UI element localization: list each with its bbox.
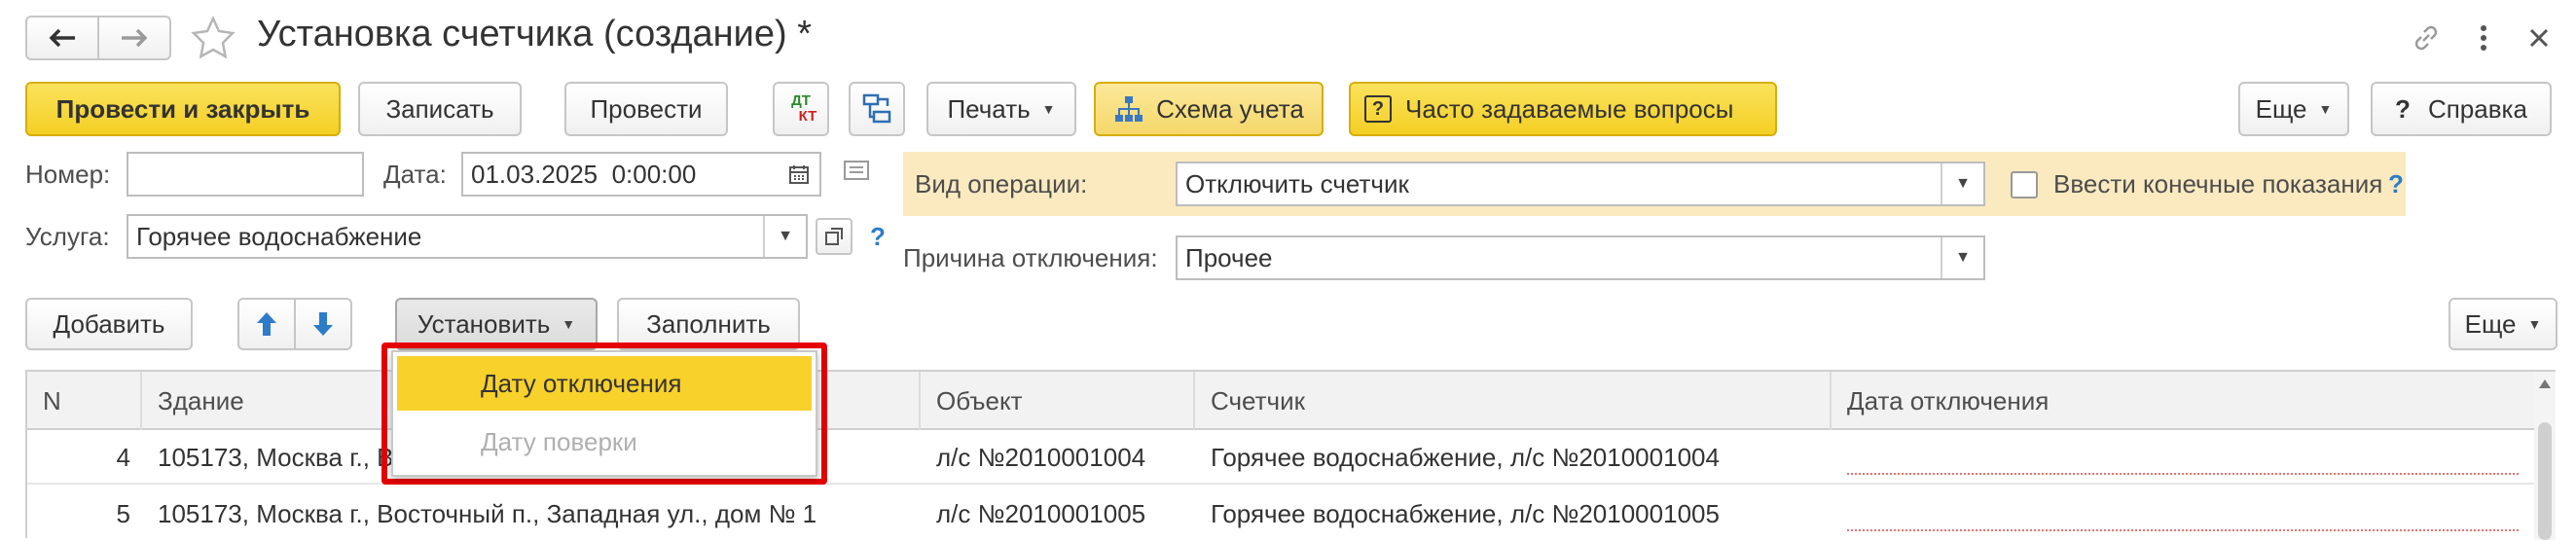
fill-label: Заполнить xyxy=(646,308,771,339)
arrow-down-icon xyxy=(313,312,333,336)
help-label: Справка xyxy=(2427,93,2527,124)
chevron-down-icon: ▼ xyxy=(2318,101,2333,117)
menu-item-verification-date-label: Дату поверки xyxy=(481,426,637,456)
scroll-up-arrow-icon[interactable] xyxy=(2539,379,2551,388)
chevron-down-icon: ▼ xyxy=(1041,101,1056,117)
reason-label: Причина отключения: xyxy=(903,243,1158,272)
post-and-close-button[interactable]: Провести и закрыть xyxy=(25,82,341,136)
open-service-button[interactable] xyxy=(816,218,853,255)
page-title: Установка счетчика (создание) * xyxy=(257,14,813,54)
service-value: Горячее водоснабжение xyxy=(136,221,422,251)
date-label: Дата: xyxy=(383,160,447,189)
operation-label: Вид операции: xyxy=(915,169,1088,198)
help-question-icon: ? xyxy=(2395,93,2411,124)
document-structure-icon xyxy=(862,93,891,124)
service-label: Услуга: xyxy=(25,222,110,251)
structure-button[interactable] xyxy=(849,82,905,136)
post-and-close-label: Провести и закрыть xyxy=(55,93,310,124)
row-disconnect-date[interactable] xyxy=(1833,487,2521,541)
table-more-button[interactable]: Еще ▼ xyxy=(2449,298,2558,350)
dt-label: ДТ xyxy=(791,92,811,109)
comment-icon[interactable] xyxy=(843,160,872,183)
table-row[interactable]: 5 105173, Москва г., Восточный п., Запад… xyxy=(27,487,2534,541)
row-building: 105173, Москва г., Восточный п., Западна… xyxy=(158,498,817,528)
post-label: Провести xyxy=(590,93,703,124)
service-field[interactable]: Горячее водоснабжение ▼ xyxy=(127,214,808,259)
final-readings-help-icon[interactable]: ? xyxy=(2388,169,2404,199)
more-vertical-icon[interactable] xyxy=(2476,21,2491,54)
dt-kt-icon: ДТ КТ xyxy=(785,92,817,125)
vertical-scrollbar[interactable] xyxy=(2534,372,2556,540)
chevron-down-icon: ▼ xyxy=(562,316,576,332)
faq-button[interactable]: ? Часто задаваемые вопросы xyxy=(1349,82,1777,136)
link-icon[interactable] xyxy=(2410,21,2443,54)
scrollbar-thumb[interactable] xyxy=(2538,422,2552,540)
required-field-underline xyxy=(1847,473,2519,475)
move-up-button[interactable] xyxy=(237,298,296,350)
column-header-object[interactable]: Объект xyxy=(921,372,1195,430)
question-icon: ? xyxy=(1364,95,1392,123)
final-readings-label[interactable]: Ввести конечные показания xyxy=(2053,169,2382,199)
post-button[interactable]: Провести xyxy=(564,82,728,136)
chevron-down-icon[interactable]: ▼ xyxy=(763,216,806,257)
set-label: Установить xyxy=(417,308,551,339)
hierarchy-icon xyxy=(1115,96,1143,122)
row-meter: Горячее водоснабжение, л/с №2010001004 xyxy=(1211,442,1720,472)
reason-field[interactable]: Прочее ▼ xyxy=(1176,235,1985,280)
add-button[interactable]: Добавить xyxy=(25,298,193,350)
service-help-icon[interactable]: ? xyxy=(870,222,886,252)
number-field[interactable] xyxy=(127,152,364,197)
print-label: Печать xyxy=(947,93,1031,124)
print-button[interactable]: Печать ▼ xyxy=(926,82,1076,136)
favorite-star-icon[interactable] xyxy=(191,16,236,60)
close-icon[interactable] xyxy=(2526,25,2552,51)
arrow-right-icon xyxy=(122,28,148,48)
row-object: л/с №2010001004 xyxy=(936,442,1146,472)
accounting-scheme-button[interactable]: Схема учета xyxy=(1094,82,1324,136)
calendar-icon[interactable] xyxy=(779,154,819,195)
save-label: Записать xyxy=(385,93,494,124)
faq-label: Часто задаваемые вопросы xyxy=(1405,93,1734,124)
number-label: Номер: xyxy=(25,160,111,189)
table-more-label: Еще xyxy=(2464,308,2517,339)
forward-button[interactable] xyxy=(97,16,171,60)
menu-item-disconnect-date-label: Дату отключения xyxy=(481,368,682,398)
reason-value: Прочее xyxy=(1185,242,1273,272)
row-number: 4 xyxy=(116,442,130,472)
row-disconnect-date[interactable] xyxy=(1833,430,2521,485)
arrow-up-icon xyxy=(257,312,276,336)
column-header-n[interactable]: N xyxy=(27,372,142,430)
open-window-icon xyxy=(825,228,843,245)
more-label: Еще xyxy=(2255,93,2307,124)
kt-label: КТ xyxy=(798,108,817,125)
chevron-down-icon: ▼ xyxy=(2527,316,2542,332)
column-header-disconnect-date[interactable]: Дата отключения xyxy=(1832,372,2534,430)
operation-value: Отключить счетчик xyxy=(1185,168,1409,198)
help-button[interactable]: ? Справка xyxy=(2371,82,2552,136)
accounting-scheme-label: Схема учета xyxy=(1156,93,1304,124)
required-field-underline xyxy=(1847,529,2519,531)
menu-item-disconnect-date[interactable]: Дату отключения xyxy=(397,356,812,411)
save-button[interactable]: Записать xyxy=(358,82,522,136)
row-number: 5 xyxy=(116,498,130,528)
back-button[interactable] xyxy=(25,16,99,60)
arrow-left-icon xyxy=(49,28,75,48)
dt-kt-button[interactable]: ДТ КТ xyxy=(773,82,829,136)
menu-item-verification-date[interactable]: Дату поверки xyxy=(397,415,812,469)
set-dropdown-menu: Дату отключения Дату поверки xyxy=(391,350,817,477)
chevron-down-icon[interactable]: ▼ xyxy=(1941,237,1983,278)
row-meter: Горячее водоснабжение, л/с №2010001005 xyxy=(1211,498,1720,528)
operation-field[interactable]: Отключить счетчик ▼ xyxy=(1176,162,1985,206)
row-object: л/с №2010001005 xyxy=(936,498,1146,528)
move-down-button[interactable] xyxy=(294,298,352,350)
final-readings-checkbox[interactable] xyxy=(2011,171,2038,198)
add-label: Добавить xyxy=(53,308,165,339)
column-header-meter[interactable]: Счетчик xyxy=(1195,372,1832,430)
date-field[interactable]: 01.03.2025 0:00:00 xyxy=(461,152,821,197)
more-button[interactable]: Еще ▼ xyxy=(2238,82,2349,136)
chevron-down-icon[interactable]: ▼ xyxy=(1941,163,1983,204)
date-value: 01.03.2025 0:00:00 xyxy=(471,159,697,189)
